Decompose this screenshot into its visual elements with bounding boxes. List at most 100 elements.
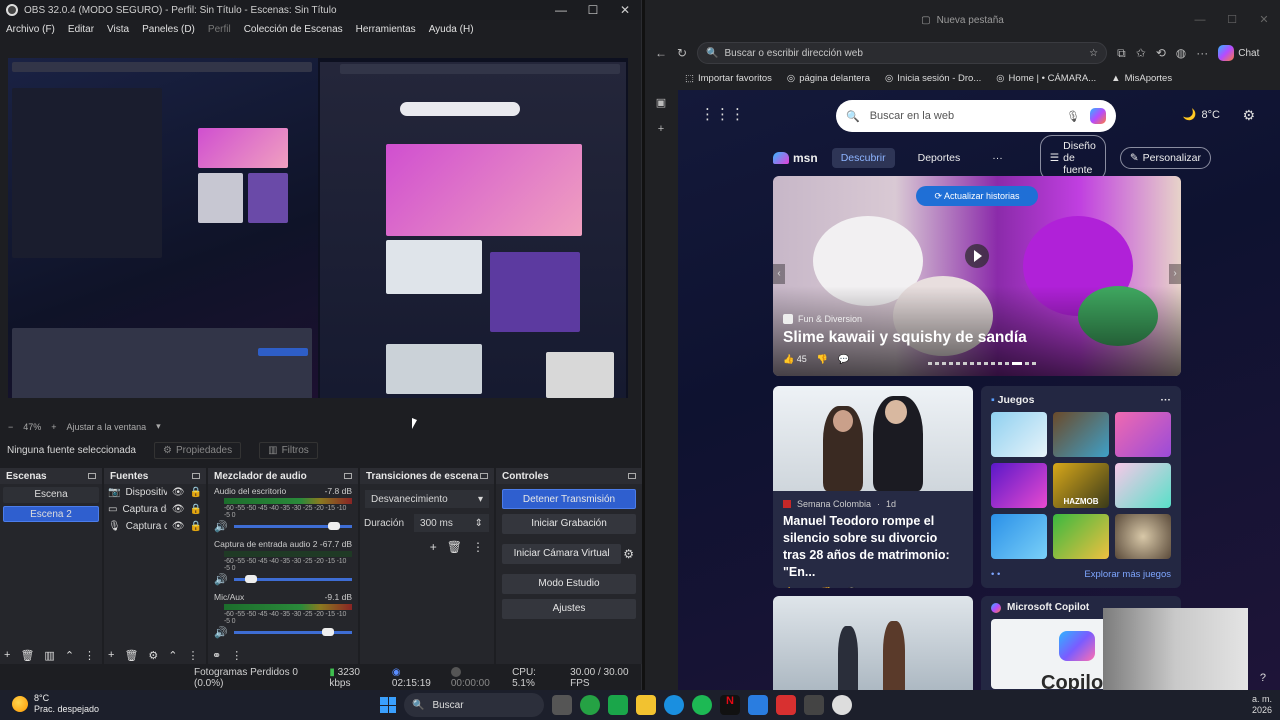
link-icon[interactable]: ⚭ bbox=[212, 649, 221, 662]
help-icon[interactable]: ? bbox=[1260, 672, 1266, 684]
history-icon[interactable]: ⟲ bbox=[1156, 46, 1166, 60]
hero-card[interactable]: ⟳ Actualizar historias ‹ › Fun & Diversi… bbox=[773, 176, 1181, 376]
web-search-box[interactable]: 🔍 Buscar en la web 🎙 bbox=[836, 100, 1116, 132]
back-icon[interactable]: ← bbox=[655, 46, 667, 60]
favorite-item[interactable]: ▲ MisAportes bbox=[1111, 73, 1172, 84]
new-tab-icon[interactable]: + bbox=[658, 123, 664, 135]
refresh-icon[interactable]: ↻ bbox=[677, 46, 687, 60]
game-tile[interactable]: HAZMOB bbox=[1053, 463, 1109, 508]
explore-games-link[interactable]: Explorar más juegos bbox=[1084, 569, 1171, 580]
dislike-icon[interactable]: 👎 bbox=[821, 587, 832, 588]
properties-button[interactable]: ⚙ Propiedades bbox=[153, 441, 242, 459]
eye-icon[interactable]: 👁 bbox=[172, 521, 185, 532]
windows-start-icon[interactable] bbox=[380, 697, 396, 713]
gear-icon[interactable]: ⚙ bbox=[148, 649, 158, 662]
add-icon[interactable]: + bbox=[108, 649, 114, 662]
obs-taskbar-icon[interactable] bbox=[832, 695, 852, 715]
chevron-up-icon[interactable]: ⌃ bbox=[65, 649, 74, 662]
transition-select[interactable]: Desvanecimiento ▾ bbox=[365, 490, 489, 508]
chevron-left-icon[interactable]: ‹ bbox=[773, 264, 785, 284]
slider-knob[interactable] bbox=[328, 522, 341, 530]
app-red-icon[interactable] bbox=[776, 695, 796, 715]
stop-stream-button[interactable]: Detener Transmisión bbox=[502, 489, 636, 509]
source-item[interactable]: ▭ Captura de 👁 🔒 bbox=[104, 501, 206, 518]
favorites-icon[interactable]: ✩ bbox=[1136, 46, 1146, 60]
file-explorer-icon[interactable] bbox=[636, 695, 656, 715]
taskbar-weather[interactable]: 8°C Prac. despejado bbox=[12, 693, 99, 715]
eye-icon[interactable]: 👁 bbox=[172, 487, 185, 498]
close-button[interactable]: ✕ bbox=[1248, 0, 1280, 40]
microphone-icon[interactable]: 🎙 bbox=[1066, 110, 1080, 123]
undock-icon[interactable] bbox=[628, 473, 636, 479]
spin-icon[interactable]: ⇕ bbox=[475, 518, 483, 529]
tab-sports[interactable]: Deportes bbox=[909, 148, 970, 168]
news-card[interactable]: Semana Colombia · 1d Manuel Teodoro rompe … bbox=[773, 386, 973, 588]
game-tile[interactable] bbox=[1115, 514, 1171, 559]
undock-icon[interactable] bbox=[344, 473, 352, 479]
volume-slider[interactable] bbox=[233, 628, 352, 636]
mail-icon[interactable] bbox=[748, 695, 768, 715]
menu-perfil[interactable]: Perfil bbox=[208, 24, 231, 35]
favorite-item[interactable]: ◎ página delantera bbox=[787, 73, 870, 84]
gear-icon[interactable]: ⚙ bbox=[623, 547, 634, 561]
undock-icon[interactable] bbox=[480, 473, 488, 479]
game-tile[interactable] bbox=[991, 412, 1047, 457]
source-item[interactable]: 📷 Dispositivo 👁 🔒 bbox=[104, 484, 206, 501]
undock-icon[interactable] bbox=[88, 473, 96, 479]
tab-new[interactable]: ▢ Nueva pestaña bbox=[921, 15, 1004, 26]
add-icon[interactable]: + bbox=[430, 540, 437, 554]
favorite-item[interactable]: ◎ Home | • CÁMARA... bbox=[996, 73, 1096, 84]
scene-item-active[interactable]: Escena 2 bbox=[3, 506, 99, 522]
gear-icon[interactable]: ⚙ bbox=[1242, 107, 1255, 124]
netflix-icon[interactable]: N bbox=[720, 695, 740, 715]
tab-discover[interactable]: Descubrir bbox=[831, 148, 895, 168]
close-button[interactable]: ✕ bbox=[609, 3, 641, 17]
address-bar[interactable]: 🔍 Buscar o escribir dirección web ☆ bbox=[697, 42, 1108, 64]
slider-knob[interactable] bbox=[245, 575, 258, 583]
favorite-item[interactable]: ⬚ Importar favoritos bbox=[685, 73, 772, 84]
zoom-in-button[interactable]: + bbox=[51, 422, 56, 432]
maximize-button[interactable]: ☐ bbox=[577, 3, 609, 17]
game-tile[interactable] bbox=[1115, 463, 1171, 508]
zoom-fit-select[interactable]: Ajustar a la ventana bbox=[67, 422, 147, 432]
chevron-right-icon[interactable]: › bbox=[1169, 264, 1181, 284]
game-tile[interactable] bbox=[1115, 412, 1171, 457]
volume-slider[interactable] bbox=[233, 522, 352, 530]
comment-icon[interactable]: 💬 bbox=[838, 354, 849, 365]
menu-ayuda[interactable]: Ayuda (H) bbox=[429, 24, 474, 35]
wechat-icon[interactable] bbox=[608, 695, 628, 715]
favorite-item[interactable]: ◎ Inicia sesión - Dro... bbox=[885, 73, 981, 84]
scene-item[interactable]: Escena bbox=[3, 487, 99, 503]
more-icon[interactable]: ⋮ bbox=[188, 649, 199, 662]
copilot-chat-button[interactable]: Chat bbox=[1218, 45, 1259, 61]
trash-icon[interactable]: 🗑 bbox=[124, 649, 138, 662]
filters-button[interactable]: ▥ Filtros bbox=[259, 441, 318, 459]
taskbar-clock[interactable]: a. m. 2026 bbox=[1252, 694, 1272, 716]
menu-coleccion-escenas[interactable]: Colección de Escenas bbox=[244, 24, 343, 35]
lock-icon[interactable]: 🔒 bbox=[190, 521, 202, 532]
like-button[interactable]: 👍 21 bbox=[783, 587, 807, 588]
extensions-icon[interactable]: ⧉ bbox=[1117, 46, 1126, 61]
apps-grid-icon[interactable]: ⋮⋮⋮ bbox=[700, 105, 745, 123]
play-icon[interactable] bbox=[965, 244, 989, 268]
speaker-icon[interactable]: 🔊 bbox=[214, 520, 228, 533]
feed-design-button[interactable]: ☰ Diseño de fuente bbox=[1039, 135, 1106, 181]
msn-logo[interactable]: msn bbox=[773, 151, 818, 165]
undock-icon[interactable] bbox=[192, 473, 200, 479]
trash-icon[interactable]: 🗑 bbox=[20, 649, 34, 662]
minimize-button[interactable]: — bbox=[545, 3, 577, 17]
slider-knob[interactable] bbox=[322, 628, 335, 636]
refresh-stories-button[interactable]: ⟳ Actualizar historias bbox=[916, 186, 1038, 206]
speaker-icon[interactable]: 🔊 bbox=[214, 573, 228, 586]
more-icon[interactable]: ⋮ bbox=[231, 649, 242, 662]
dislike-icon[interactable]: 👎 bbox=[817, 354, 828, 365]
game-tile[interactable] bbox=[991, 514, 1047, 559]
game-tile[interactable] bbox=[991, 463, 1047, 508]
weather-widget[interactable]: 🌙 8°C bbox=[1183, 108, 1220, 122]
zoom-out-button[interactable]: − bbox=[8, 422, 13, 432]
menu-herramientas[interactable]: Herramientas bbox=[356, 24, 416, 35]
task-view-icon[interactable] bbox=[552, 695, 572, 715]
more-icon[interactable]: ··· bbox=[1161, 394, 1172, 406]
minimize-button[interactable]: — bbox=[1184, 0, 1216, 40]
travel-card[interactable] bbox=[773, 596, 973, 690]
